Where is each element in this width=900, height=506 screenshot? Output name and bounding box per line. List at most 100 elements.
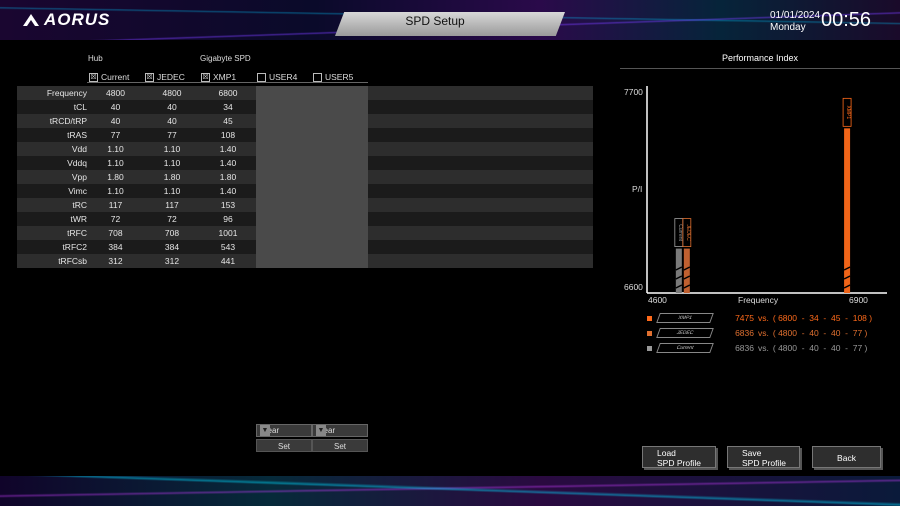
cell-jedec: 77 [167, 130, 177, 140]
profile-label: USER4 [269, 72, 298, 82]
cell-current: 1.80 [107, 172, 124, 182]
dropdown-arrow-icon[interactable]: ▼ [316, 425, 326, 436]
cell-jedec: 72 [167, 214, 177, 224]
cell-jedec: 4800 [162, 88, 182, 98]
back-button[interactable]: Back [812, 446, 881, 468]
cell-xmp1: 34 [223, 102, 233, 112]
user5-cell[interactable] [312, 100, 368, 114]
user5-set-button[interactable]: Set [312, 439, 368, 452]
spd-row: Vdd 1.10 1.10 1.40 [17, 142, 593, 156]
spd-row: tRCD/tRP 40 40 45 [17, 114, 593, 128]
row-label: Vimc [68, 186, 87, 196]
user4-cell[interactable] [256, 212, 312, 226]
spd-row: tRFC 708 708 1001 [17, 226, 593, 240]
legend-vs: vs. [758, 328, 769, 338]
cell-xmp1: 1.80 [219, 172, 237, 182]
user4-cell[interactable] [256, 226, 312, 240]
checkbox-icon[interactable]: ☒ [89, 72, 98, 82]
user5-cell[interactable] [312, 114, 368, 128]
user4-cell[interactable] [256, 184, 312, 198]
user4-cell[interactable] [256, 142, 312, 156]
profile-checkbox-user5[interactable]: USER5 [313, 72, 353, 82]
user4-cell[interactable] [256, 128, 312, 142]
bar-label: Current [677, 224, 683, 241]
user5-cell[interactable] [312, 198, 368, 212]
spd-row: tCL 40 40 34 [17, 100, 593, 114]
legend-vs: vs. [758, 343, 769, 353]
user5-cell[interactable] [312, 86, 368, 100]
user5-cell[interactable] [312, 142, 368, 156]
cell-current: 312 [108, 256, 123, 266]
checkbox-icon[interactable] [257, 72, 266, 82]
performance-divider [620, 68, 900, 69]
bar-jedec: JEDEC [682, 218, 692, 293]
cell-current: 72 [110, 214, 121, 224]
profile-checkbox-jedec[interactable]: ☒ JEDEC [145, 72, 185, 82]
row-label: tRFCsb [58, 256, 87, 266]
spd-row: tWR 72 72 96 [17, 212, 593, 226]
hub-header: Hub [88, 54, 103, 63]
profile-label: Current [101, 72, 130, 82]
profile-label: JEDEC [157, 72, 185, 82]
profile-checkbox-xmp1[interactable]: ☒ XMP1 [201, 72, 236, 82]
weekday: Monday [770, 22, 806, 33]
button-line: Save [742, 448, 762, 458]
save-spd-profile-button[interactable]: Save SPD Profile [727, 446, 800, 468]
user4-cell[interactable] [256, 170, 312, 184]
user4-cell[interactable] [256, 240, 312, 254]
user4-cell[interactable] [256, 254, 312, 268]
button-line: Load [657, 448, 676, 458]
spd-row: Vpp 1.80 1.80 1.80 [17, 170, 593, 184]
legend-value: 6836 [735, 343, 754, 353]
load-spd-profile-button[interactable]: Load SPD Profile [642, 446, 716, 468]
checkbox-icon[interactable]: ☒ [145, 72, 154, 82]
user4-cell[interactable] [256, 86, 312, 100]
logo-text: AORUS [44, 10, 111, 29]
cell-current: 4800 [106, 88, 125, 98]
row-label: Frequency [46, 88, 87, 98]
legend-swatch [647, 330, 652, 336]
user5-action-select[interactable]: Clear ▼ [312, 424, 368, 437]
legend-tag: XMP1 [656, 313, 714, 323]
user5-cell[interactable] [312, 240, 368, 254]
aorus-logo: AORUS [22, 10, 110, 30]
checkbox-icon[interactable] [313, 72, 322, 82]
user5-cell[interactable] [312, 226, 368, 240]
user5-cell[interactable] [312, 170, 368, 184]
dropdown-arrow-icon[interactable]: ▼ [260, 425, 270, 436]
row-label: Vddq [67, 158, 87, 168]
page-title: SPD Setup [405, 14, 465, 28]
row-label: tRC [72, 200, 87, 210]
legend-tag: JEDEC [656, 328, 714, 338]
user5-cell[interactable] [312, 254, 368, 268]
cell-current: 384 [108, 242, 123, 252]
header-divider [87, 82, 368, 83]
user4-action-select[interactable]: Clear ▼ [256, 424, 312, 437]
spd-row: tRFCsb 312 312 441 [17, 254, 593, 268]
cell-jedec: 708 [164, 228, 180, 238]
profile-checkbox-current[interactable]: ☒ Current [89, 72, 129, 82]
user5-cell[interactable] [312, 184, 368, 198]
checkbox-icon[interactable]: ☒ [201, 72, 210, 82]
user5-cell[interactable] [312, 156, 368, 170]
cell-current: 117 [108, 200, 123, 210]
y-axis-label: P/I [632, 184, 643, 194]
button-line: SPD Profile [657, 458, 701, 468]
cell-jedec: 117 [165, 200, 179, 210]
cell-xmp1: 1.40 [219, 158, 237, 168]
cell-xmp1: 6800 [218, 88, 238, 98]
user4-cell[interactable] [256, 156, 312, 170]
row-label: tRAS [67, 130, 87, 140]
performance-chart: Current JEDEC XMP1 [646, 86, 887, 294]
legend-value: 7475 [735, 313, 754, 323]
cell-jedec: 40 [167, 116, 177, 126]
user5-cell[interactable] [312, 128, 368, 142]
profile-checkbox-user4[interactable]: USER4 [257, 72, 297, 82]
footer-banner [0, 476, 900, 506]
user4-cell[interactable] [256, 114, 312, 128]
user4-cell[interactable] [256, 198, 312, 212]
user4-cell[interactable] [256, 100, 312, 114]
user5-cell[interactable] [312, 212, 368, 226]
user4-set-button[interactable]: Set [256, 439, 312, 452]
row-label: tRFC2 [62, 242, 87, 252]
